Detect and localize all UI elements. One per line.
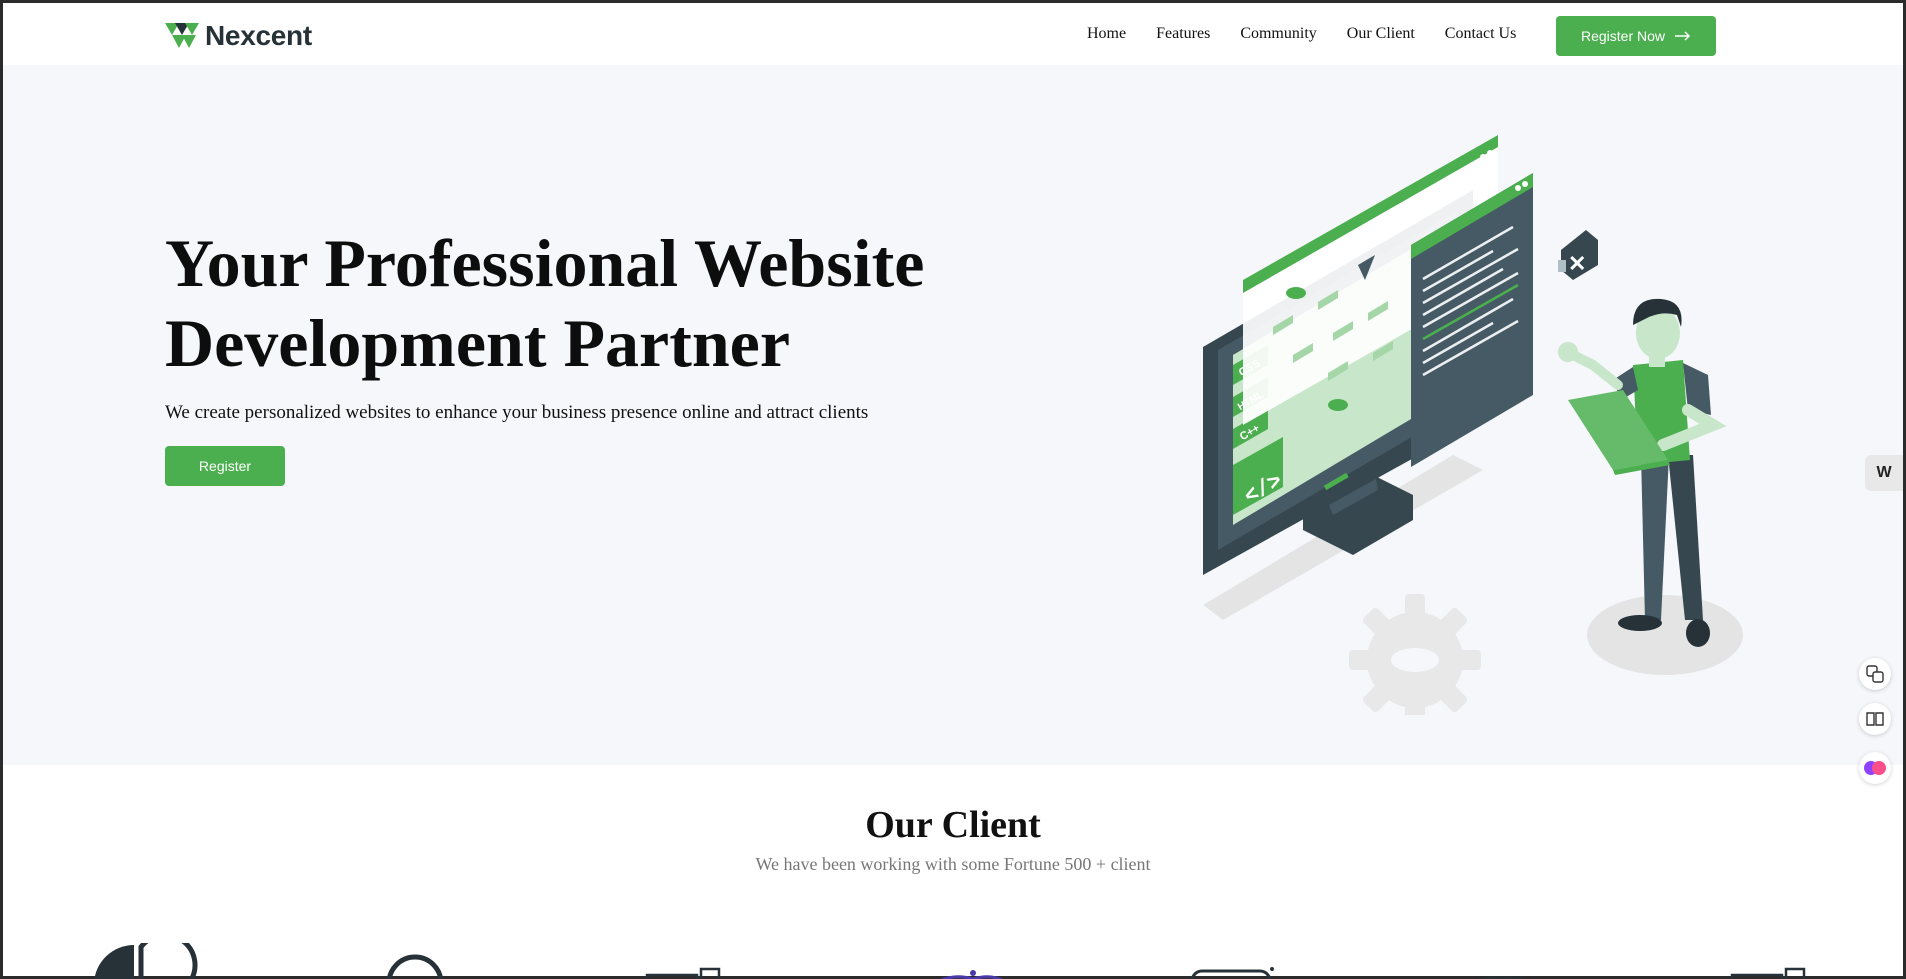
brain-icon[interactable] bbox=[1859, 752, 1891, 784]
nav-link-features[interactable]: Features bbox=[1156, 25, 1210, 43]
client-logo-strip bbox=[3, 943, 1903, 979]
client-logo-6 bbox=[1475, 976, 1527, 979]
arrow-right-icon bbox=[1675, 31, 1691, 41]
brand-name: Nexcent bbox=[205, 20, 312, 51]
register-now-button[interactable]: Register Now bbox=[1556, 16, 1716, 56]
client-logo-5 bbox=[1190, 967, 1274, 979]
svg-text:✕: ✕ bbox=[1568, 251, 1586, 276]
client-logo-7 bbox=[1730, 967, 1806, 979]
client-logo-3 bbox=[645, 967, 721, 979]
clients-section-title: Our Client bbox=[865, 804, 1041, 846]
developer-person bbox=[1558, 298, 1727, 647]
top-navbar: Nexcent Home Features Community Our Clie… bbox=[3, 3, 1903, 65]
gear-icon bbox=[1349, 594, 1481, 715]
reader-toggle-button[interactable]: W bbox=[1865, 455, 1903, 491]
nav-link-contact-us[interactable]: Contact Us bbox=[1445, 25, 1517, 43]
nav-menu: Home Features Community Our Client Conta… bbox=[1087, 25, 1516, 43]
brand-logo[interactable]: Nexcent bbox=[165, 20, 312, 52]
clients-section-subtitle: We have been working with some Fortune 5… bbox=[755, 854, 1151, 874]
developer-illustration: CSS HTML C++ </> ✕ bbox=[1203, 135, 1743, 715]
hero-register-button[interactable]: Register bbox=[165, 446, 285, 486]
hero-title-line-1: Your Professional Website bbox=[165, 225, 925, 301]
hero-subtitle: We create personalized websites to enhan… bbox=[165, 402, 869, 423]
nav-link-our-client[interactable]: Our Client bbox=[1347, 25, 1415, 43]
nav-link-community[interactable]: Community bbox=[1240, 25, 1316, 43]
translate-icon[interactable] bbox=[1859, 658, 1891, 690]
hero-title: Your Professional Website Development Pa… bbox=[165, 223, 1065, 383]
register-now-label: Register Now bbox=[1580, 28, 1666, 44]
nexcent-logo-icon bbox=[165, 23, 199, 48]
book-icon[interactable] bbox=[1859, 703, 1891, 735]
client-logo-1 bbox=[94, 943, 198, 979]
client-logo-4 bbox=[939, 970, 1004, 979]
nav-link-home[interactable]: Home bbox=[1087, 25, 1126, 43]
hero-title-line-2: Development Partner bbox=[165, 305, 791, 381]
close-box-icon: ✕ bbox=[1558, 230, 1598, 280]
client-logo-2 bbox=[386, 954, 444, 979]
